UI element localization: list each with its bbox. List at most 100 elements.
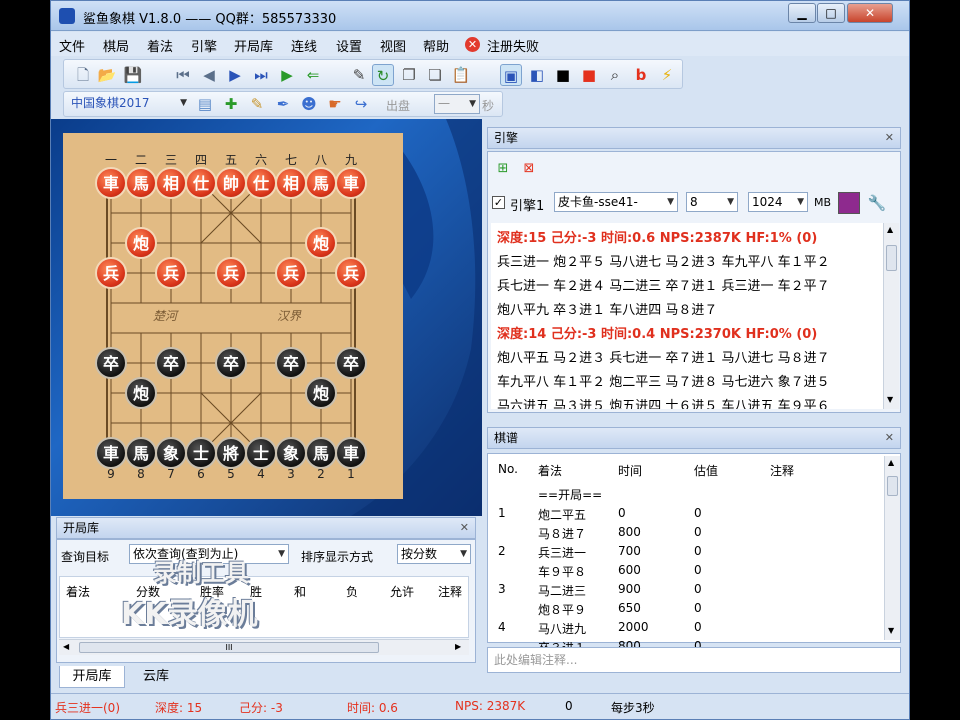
close-icon[interactable]: ✕ — [885, 128, 894, 148]
scroll-down-icon[interactable]: ▼ — [888, 626, 894, 635]
hand-icon[interactable]: ☛ — [324, 93, 346, 115]
play-icon[interactable]: ▶ — [276, 64, 298, 86]
black-piece[interactable]: 將 — [215, 437, 247, 469]
red-piece[interactable]: 炮 — [305, 227, 337, 259]
last-move-icon[interactable]: ⏭ — [250, 64, 272, 86]
black-side-icon[interactable]: ■ — [552, 64, 574, 86]
board-view-icon[interactable]: ▣ — [500, 64, 522, 86]
remove-engine-icon[interactable]: ⊠ — [518, 158, 540, 180]
red-piece[interactable]: 車 — [335, 167, 367, 199]
black-piece[interactable]: 士 — [185, 437, 217, 469]
engine-color-swatch[interactable] — [838, 192, 860, 214]
edit-icon[interactable]: ✎ — [348, 64, 370, 86]
opening-hscroll-thumb[interactable]: III — [79, 642, 379, 653]
table-row[interactable]: 炮８平９ 650 0 — [488, 599, 882, 618]
black-piece[interactable]: 卒 — [155, 347, 187, 379]
red-piece[interactable]: 馬 — [305, 167, 337, 199]
engine-scrollbar[interactable]: ▲ ▼ — [883, 223, 899, 409]
chart-icon[interactable]: ▤ — [194, 93, 216, 115]
threads-select[interactable]: 8 ▼ — [686, 192, 738, 212]
scroll-up-icon[interactable]: ▲ — [888, 458, 894, 467]
lightning-icon[interactable]: ⚡ — [656, 64, 678, 86]
hash-select[interactable]: 1024 ▼ — [748, 192, 808, 212]
scroll-left-icon[interactable]: ◀ — [63, 642, 69, 651]
table-row[interactable]: 1 炮二平五 0 0 — [488, 504, 882, 523]
close-icon[interactable]: ✕ — [460, 518, 469, 538]
register-status[interactable]: 注册失败 — [487, 36, 539, 55]
table-row[interactable]: 3 马二进三 900 0 — [488, 580, 882, 599]
pen-icon[interactable]: ✒ — [272, 93, 294, 115]
red-piece[interactable]: 兵 — [155, 257, 187, 289]
scroll-right-icon[interactable]: ▶ — [455, 642, 461, 651]
first-move-icon[interactable]: ⏮ — [172, 64, 194, 86]
tab-opening-book[interactable]: 开局库 — [59, 666, 125, 688]
red-piece[interactable]: 帥 — [215, 167, 247, 199]
black-piece[interactable]: 卒 — [215, 347, 247, 379]
menu-game[interactable]: 棋局 — [103, 36, 129, 55]
menu-settings[interactable]: 设置 — [336, 36, 362, 55]
menu-engine[interactable]: 引擎 — [191, 36, 217, 55]
red-piece[interactable]: 炮 — [125, 227, 157, 259]
add-engine-icon[interactable]: ⊞ — [492, 158, 514, 180]
black-piece[interactable]: 卒 — [275, 347, 307, 379]
prev-move-icon[interactable]: ◀ — [198, 64, 220, 86]
hook-icon[interactable]: ↪ — [350, 93, 372, 115]
black-piece[interactable]: 馬 — [125, 437, 157, 469]
menu-opening-book[interactable]: 开局库 — [234, 36, 273, 55]
menu-link[interactable]: 连线 — [291, 36, 317, 55]
red-piece[interactable]: 兵 — [275, 257, 307, 289]
black-piece[interactable]: 卒 — [95, 347, 127, 379]
undo-icon[interactable]: ⇐ — [302, 64, 324, 86]
paste-icon[interactable]: 📋 — [450, 64, 472, 86]
layout-icon[interactable]: ◧ — [526, 64, 548, 86]
note-icon[interactable]: ✎ — [246, 93, 268, 115]
black-piece[interactable]: 卒 — [335, 347, 367, 379]
table-row[interactable]: 2 兵三进一 700 0 — [488, 542, 882, 561]
save-icon[interactable]: 💾 — [122, 64, 144, 86]
add-icon[interactable]: ✚ — [220, 93, 242, 115]
close-button[interactable]: ✕ — [847, 3, 893, 23]
note-input[interactable]: 此处编辑注释... — [487, 647, 901, 673]
red-piece[interactable]: 兵 — [335, 257, 367, 289]
chess-board[interactable]: 一二三四五六七八九987654321 楚河 汉界 車馬相仕帥仕相馬車炮炮兵兵兵兵… — [63, 133, 403, 499]
copy-fen-icon[interactable]: ❏ — [424, 64, 446, 86]
engine-enabled-checkbox[interactable]: ✓ — [492, 196, 505, 209]
user-icon[interactable]: ☻ — [298, 93, 320, 115]
maximize-button[interactable]: □ — [817, 3, 845, 23]
red-piece[interactable]: 兵 — [215, 257, 247, 289]
scroll-down-icon[interactable]: ▼ — [887, 395, 893, 404]
refresh-icon[interactable]: ↻ — [372, 64, 394, 86]
red-side-icon[interactable]: ■ — [578, 64, 600, 86]
red-piece[interactable]: 仕 — [185, 167, 217, 199]
variant-select[interactable]: 中国象棋2017 ▼ — [68, 94, 190, 114]
black-piece[interactable]: 馬 — [305, 437, 337, 469]
wrench-icon[interactable]: 🔧 — [866, 192, 888, 214]
menu-view[interactable]: 视图 — [380, 36, 406, 55]
opening-hscrollbar[interactable]: ◀ III ▶ — [59, 639, 469, 655]
sort-select[interactable]: 按分数 ▼ — [397, 544, 471, 564]
black-piece[interactable]: 車 — [335, 437, 367, 469]
black-piece[interactable]: 炮 — [305, 377, 337, 409]
red-piece[interactable]: 相 — [275, 167, 307, 199]
menu-moves[interactable]: 着法 — [147, 36, 173, 55]
red-piece[interactable]: 相 — [155, 167, 187, 199]
black-piece[interactable]: 車 — [95, 437, 127, 469]
record-scroll-thumb[interactable] — [887, 476, 898, 496]
red-piece[interactable]: 車 — [95, 167, 127, 199]
black-piece[interactable]: 炮 — [125, 377, 157, 409]
black-piece[interactable]: 象 — [275, 437, 307, 469]
engine-scroll-thumb[interactable] — [886, 245, 897, 271]
scroll-up-icon[interactable]: ▲ — [887, 225, 893, 234]
close-icon[interactable]: ✕ — [885, 428, 894, 448]
query-select[interactable]: 依次查询(查到为止) ▼ — [129, 544, 289, 564]
table-row[interactable]: 马８进７ 800 0 — [488, 523, 882, 542]
new-icon[interactable]: 🗋 — [72, 64, 94, 86]
bold-b-icon[interactable]: b — [630, 64, 652, 86]
menu-file[interactable]: 文件 — [59, 36, 85, 55]
table-row[interactable]: 4 马八进九 2000 0 — [488, 618, 882, 637]
minimize-button[interactable]: ▁ — [788, 3, 816, 23]
red-piece[interactable]: 馬 — [125, 167, 157, 199]
record-scrollbar[interactable]: ▲ ▼ — [884, 456, 900, 640]
open-icon[interactable]: 📂 — [96, 64, 118, 86]
tab-cloud-book[interactable]: 云库 — [127, 666, 185, 688]
